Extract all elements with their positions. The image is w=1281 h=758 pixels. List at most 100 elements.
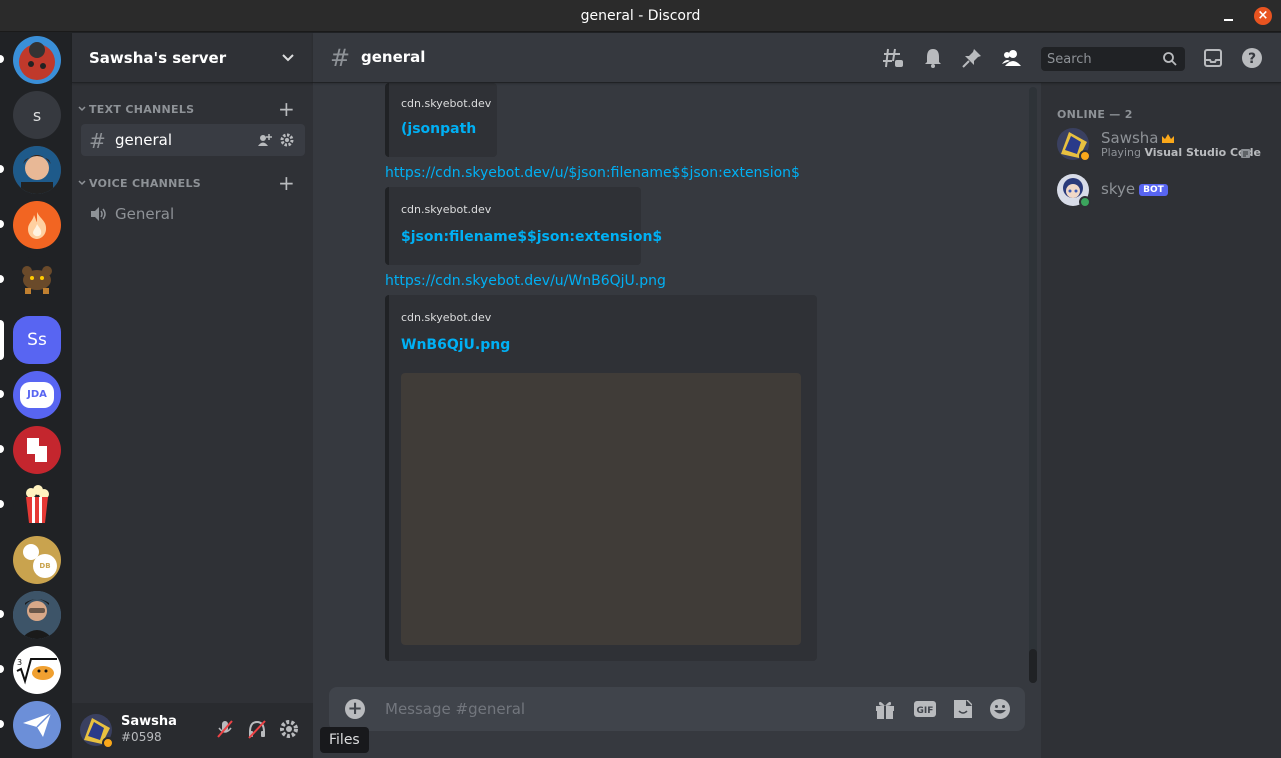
member-item[interactable]: Sawsha Playing Visual Studio Code (1049, 123, 1273, 165)
embed-title[interactable]: (jsonpath (401, 121, 476, 137)
embed-title[interactable]: $json:filename$$json:extension$ (401, 229, 662, 245)
channel-general[interactable]: # general (81, 124, 305, 156)
svg-text:GIF: GIF (917, 706, 934, 716)
search-box[interactable] (1041, 47, 1185, 71)
ladybug-icon (19, 42, 55, 80)
embed-provider: cdn.skyebot.dev (401, 311, 492, 324)
bell-icon[interactable] (922, 47, 944, 69)
invite-icon[interactable] (257, 132, 273, 148)
member-list: ONLINE — 2 Sawsha Playing Visual Studio … (1041, 83, 1281, 758)
gift-icon[interactable] (873, 698, 897, 720)
server-math[interactable]: 3 (13, 646, 61, 694)
gif-icon[interactable]: GIF (913, 698, 937, 720)
unread-indicator (0, 500, 4, 508)
popcorn-icon (26, 485, 49, 523)
server-jda[interactable]: JDA (13, 371, 61, 419)
sticker-icon[interactable] (951, 698, 975, 720)
chevron-down-icon (78, 180, 86, 186)
activity-prefix: Playing (1101, 146, 1145, 159)
embed-provider: cdn.skyebot.dev (401, 203, 492, 216)
minimize-button[interactable] (1222, 8, 1236, 22)
window-title: general - Discord (580, 8, 701, 24)
embed-title[interactable]: WnB6QjU.png (401, 337, 510, 353)
server-popcorn[interactable] (13, 481, 61, 529)
link-embed: cdn.skyebot.dev $json:filename$$json:ext… (385, 187, 662, 265)
guild-header[interactable]: Sawsha's server (72, 33, 313, 83)
member-activity: Playing Visual Studio Code (1101, 146, 1261, 159)
server-dbclub[interactable]: DB Club (13, 536, 61, 584)
chevron-down-icon (282, 54, 294, 62)
category-label: VOICE CHANNELS (89, 177, 202, 190)
channel-sidebar: Sawsha's server TEXT CHANNELS + # genera… (72, 33, 313, 758)
anime-avatar-icon (13, 146, 61, 194)
user-name: Sawsha (121, 714, 177, 729)
inbox-icon[interactable] (1202, 47, 1224, 69)
member-name-text: skye (1101, 180, 1136, 198)
category-text-channels[interactable]: TEXT CHANNELS + (77, 99, 302, 119)
server-anime[interactable] (13, 146, 61, 194)
unread-indicator (0, 390, 4, 398)
chat-header: # general ? (313, 33, 1281, 83)
server-s[interactable]: s (13, 91, 61, 139)
message-composer: + GIF (329, 687, 1025, 731)
threads-icon[interactable] (882, 47, 904, 69)
gear-icon[interactable] (279, 132, 295, 148)
unread-indicator (0, 445, 4, 453)
create-channel-icon[interactable]: + (278, 99, 295, 119)
dbclub-label: DB Club (33, 554, 57, 578)
create-channel-icon[interactable]: + (278, 173, 295, 193)
message-input[interactable] (385, 699, 855, 719)
online-status-icon (1079, 196, 1091, 208)
chat-area: # general ? cdn.skyebot.dev (jsonpath ht… (313, 33, 1281, 758)
person-avatar-icon (13, 591, 61, 639)
deafen-icon[interactable] (246, 718, 268, 740)
bot-badge: BOT (1139, 184, 1168, 196)
server-red[interactable] (13, 426, 61, 474)
message-list: cdn.skyebot.dev (jsonpath https://cdn.sk… (313, 83, 1041, 707)
category-label: TEXT CHANNELS (89, 103, 195, 116)
close-button[interactable]: × (1254, 7, 1272, 25)
channel-name: General (115, 205, 175, 223)
link-embed: cdn.skyebot.dev (jsonpath (385, 83, 497, 157)
embed-image[interactable] (401, 373, 801, 645)
emoji-icon[interactable] (988, 698, 1012, 720)
members-icon[interactable] (1001, 47, 1023, 69)
page-title: general (361, 48, 426, 66)
guild-name: Sawsha's server (89, 49, 227, 67)
idle-status-icon (102, 737, 114, 749)
embed-provider: cdn.skyebot.dev (401, 97, 492, 110)
server-person[interactable] (13, 591, 61, 639)
member-group-heading: ONLINE — 2 (1057, 108, 1133, 121)
scrollbar-thumb[interactable] (1029, 649, 1037, 683)
message-link[interactable]: https://cdn.skyebot.dev/u/WnB6QjU.png (385, 273, 666, 289)
rich-presence-icon (1241, 149, 1250, 158)
server-fire[interactable] (13, 201, 61, 249)
mute-mic-icon[interactable] (214, 718, 236, 740)
server-ladybug[interactable] (13, 36, 61, 84)
help-icon[interactable]: ? (1241, 47, 1263, 69)
user-panel: Sawsha #0598 (72, 703, 313, 758)
tooltip: Files (320, 727, 369, 753)
channel-name: general (115, 131, 173, 149)
channel-voice-general[interactable]: General (81, 198, 305, 230)
server-sawsha[interactable]: Ss (13, 316, 61, 364)
attach-button[interactable]: + (345, 699, 365, 719)
scrollbar-track[interactable] (1029, 87, 1037, 683)
member-item[interactable]: skye BOT (1049, 169, 1273, 211)
mail-icon (23, 712, 52, 737)
unread-indicator (0, 665, 4, 673)
unread-indicator (0, 165, 4, 173)
search-input[interactable] (1047, 51, 1157, 67)
settings-gear-icon[interactable] (278, 718, 300, 740)
unread-indicator (0, 610, 4, 618)
unread-indicator (0, 55, 4, 63)
pin-icon[interactable] (961, 47, 983, 69)
message-link[interactable]: https://cdn.skyebot.dev/u/$json:filename… (385, 165, 800, 181)
hash-icon: # (330, 44, 351, 72)
badge-icon (27, 438, 47, 462)
category-voice-channels[interactable]: VOICE CHANNELS + (77, 173, 302, 193)
server-mail[interactable] (13, 701, 61, 749)
unread-indicator (0, 220, 4, 228)
member-name: skye BOT (1101, 180, 1168, 198)
server-bear[interactable] (13, 256, 61, 304)
